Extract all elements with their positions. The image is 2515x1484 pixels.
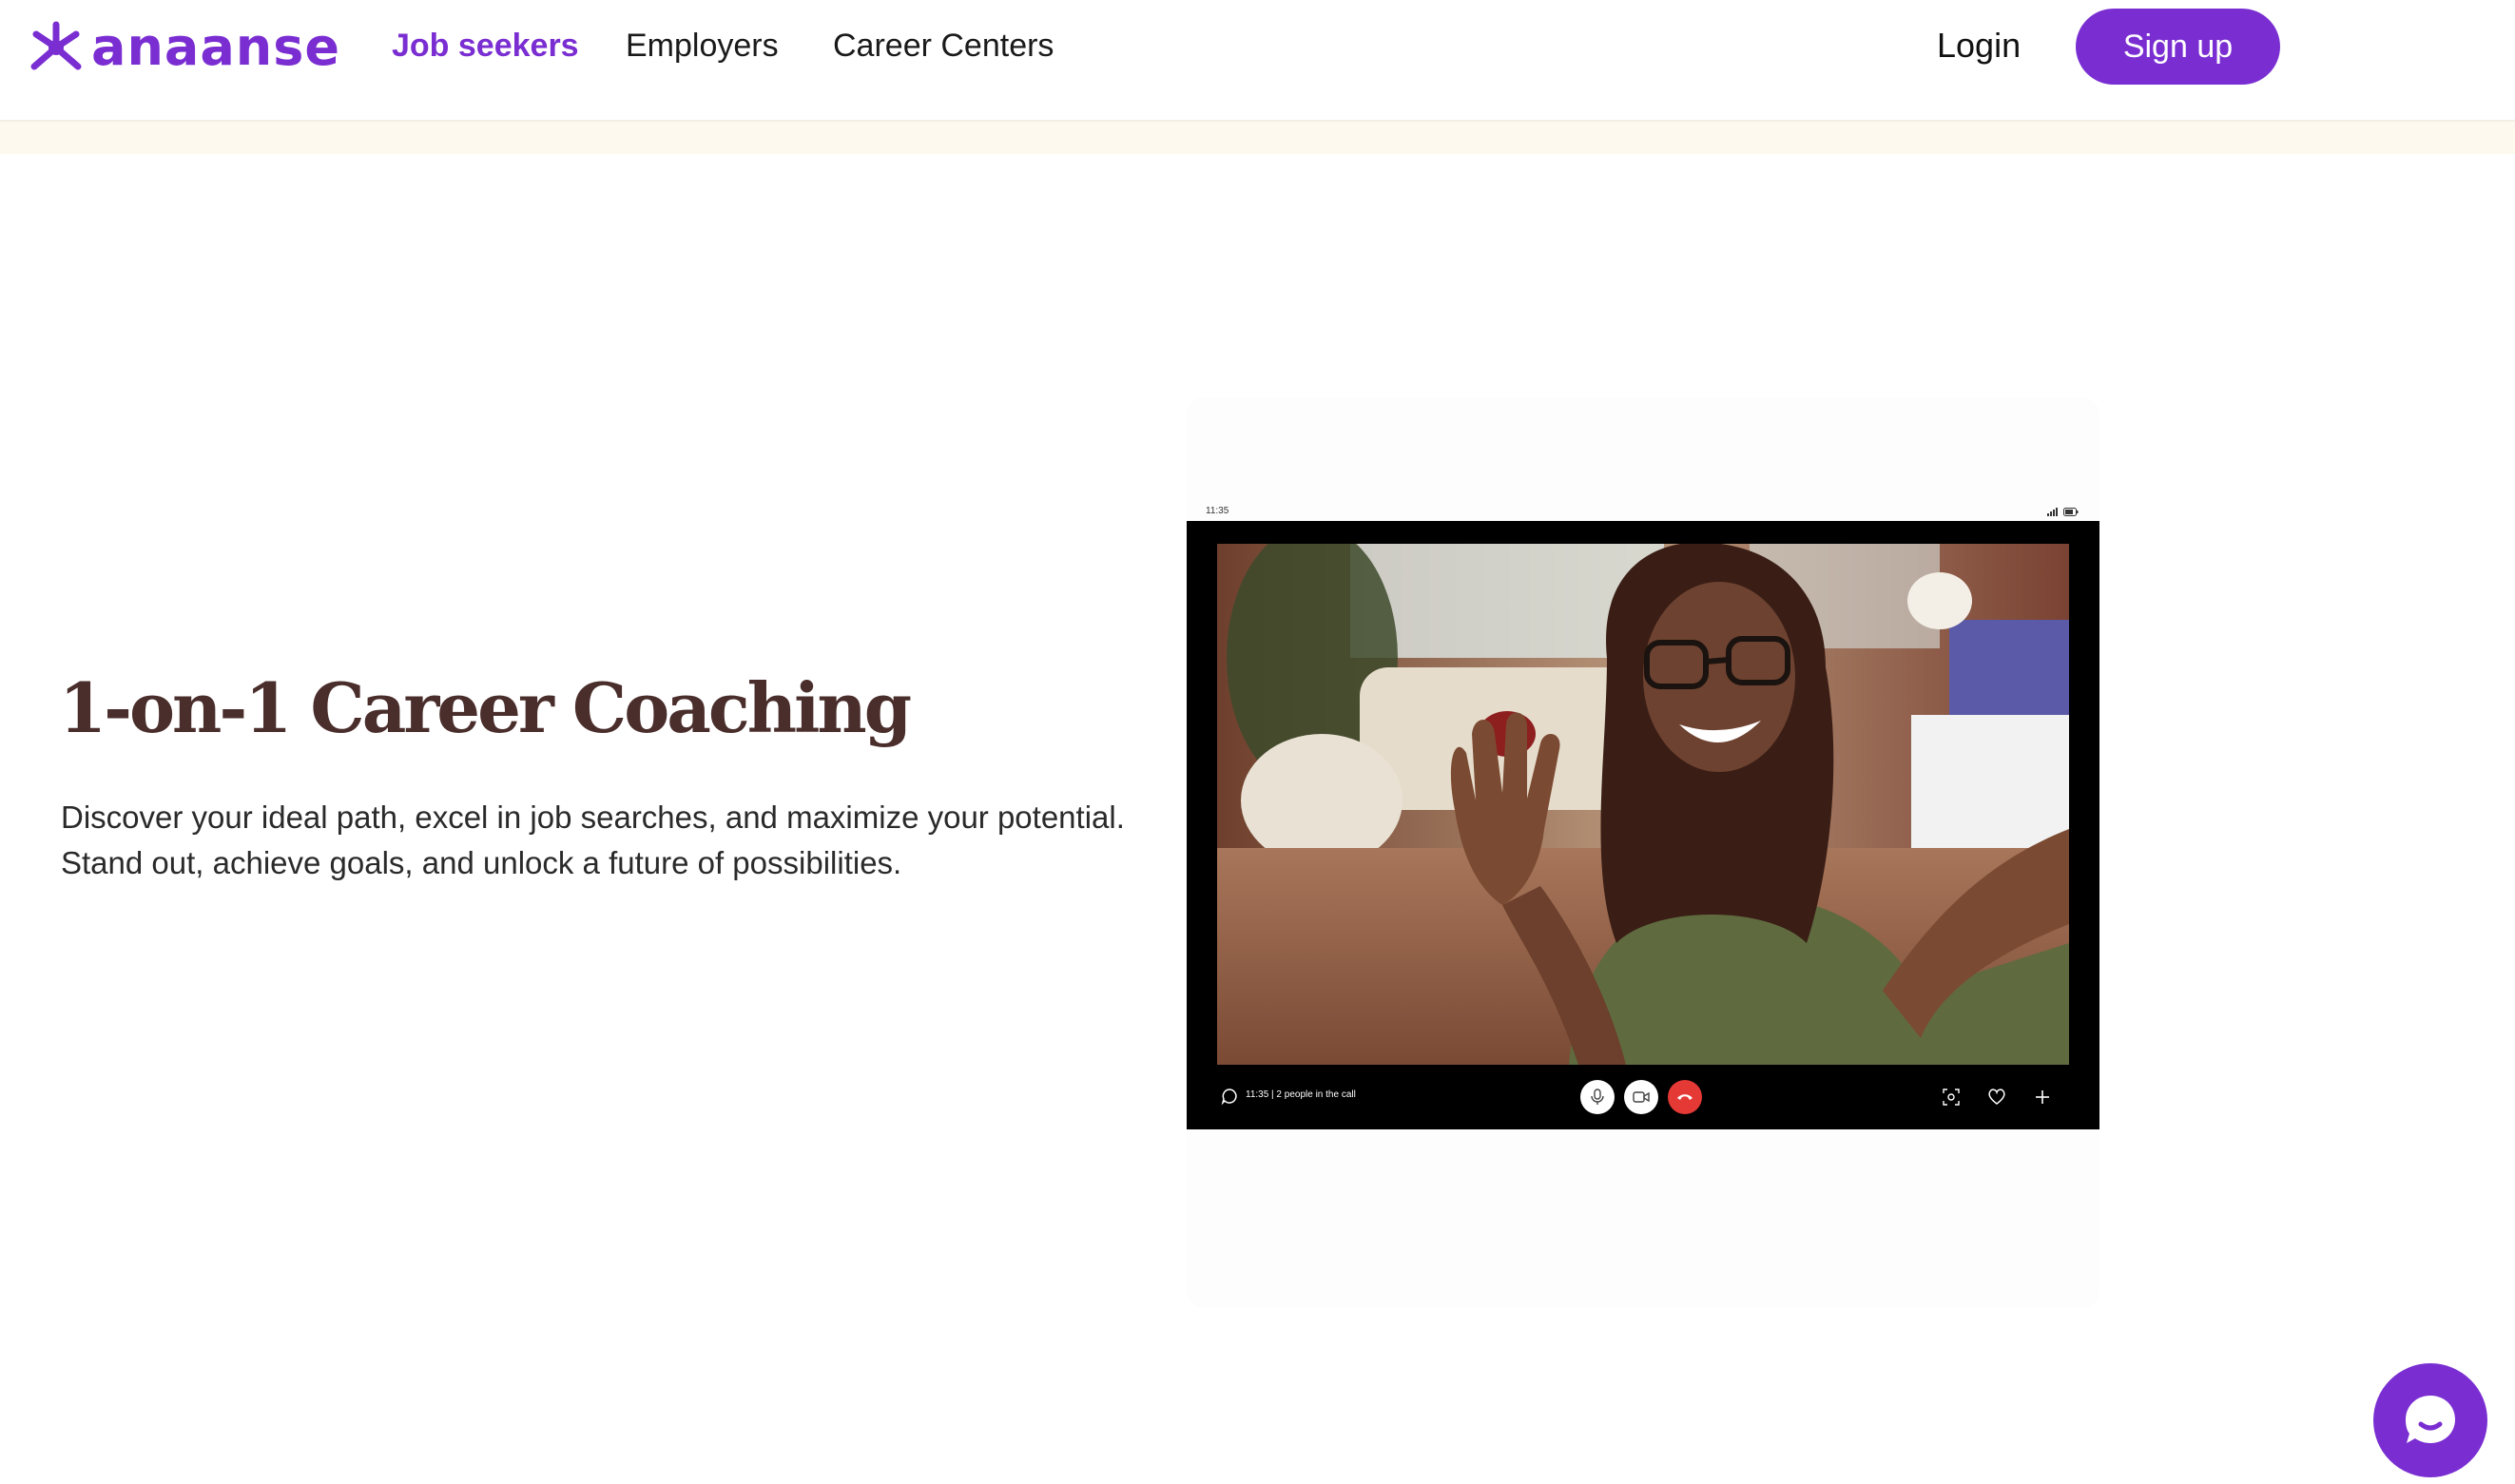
chat-icon[interactable] [1221, 1088, 1238, 1105]
hero-title: 1-on-1 Career Coaching [59, 667, 912, 748]
add-button[interactable] [2031, 1086, 2054, 1108]
device-status-bar: 11:35 [1187, 506, 2099, 521]
signup-button[interactable]: Sign up [2076, 9, 2280, 85]
hero-description: Discover your ideal path, excel in job s… [61, 800, 1125, 880]
brand-logo[interactable]: anaanse [27, 19, 340, 76]
video-feed-illustration [1217, 544, 2069, 1065]
call-info-text: 11:35 | 2 people in the call [1246, 1089, 1356, 1100]
camera-button[interactable] [1624, 1080, 1658, 1114]
announcement-band [0, 122, 2515, 154]
spider-star-icon [30, 21, 82, 70]
status-icons [2047, 508, 2079, 516]
chat-widget-button[interactable] [2373, 1363, 2487, 1477]
video-frame: 11:35 | 2 people in the call [1187, 521, 2099, 1129]
nav-employers[interactable]: Employers [626, 25, 779, 67]
login-link[interactable]: Login [1937, 25, 2021, 67]
favorite-button[interactable] [1985, 1086, 2008, 1108]
screenshot-button[interactable] [1940, 1086, 1963, 1108]
microphone-button[interactable] [1580, 1080, 1615, 1114]
hang-up-icon [1677, 1094, 1693, 1100]
brand-name: anaanse [91, 17, 340, 77]
microphone-icon [1591, 1089, 1604, 1105]
camera-icon [1633, 1091, 1650, 1103]
nav-career-centers[interactable]: Career Centers [833, 25, 1054, 67]
heart-icon [1988, 1089, 2005, 1105]
signal-icon [2047, 508, 2058, 516]
screenshot-icon [1943, 1089, 1960, 1106]
plus-icon [2036, 1090, 2049, 1104]
top-navigation: anaanse Job seekers Employers Career Cen… [0, 0, 2515, 122]
status-time: 11:35 [1206, 506, 1229, 516]
battery-icon [2063, 508, 2079, 516]
chat-bubble-icon [2406, 1396, 2455, 1443]
call-controls-bar: 11:35 | 2 people in the call [1187, 1065, 2099, 1129]
video-feed-woman-waving [1217, 544, 2069, 1065]
nav-job-seekers[interactable]: Job seekers [392, 25, 579, 67]
hang-up-button[interactable] [1668, 1080, 1702, 1114]
